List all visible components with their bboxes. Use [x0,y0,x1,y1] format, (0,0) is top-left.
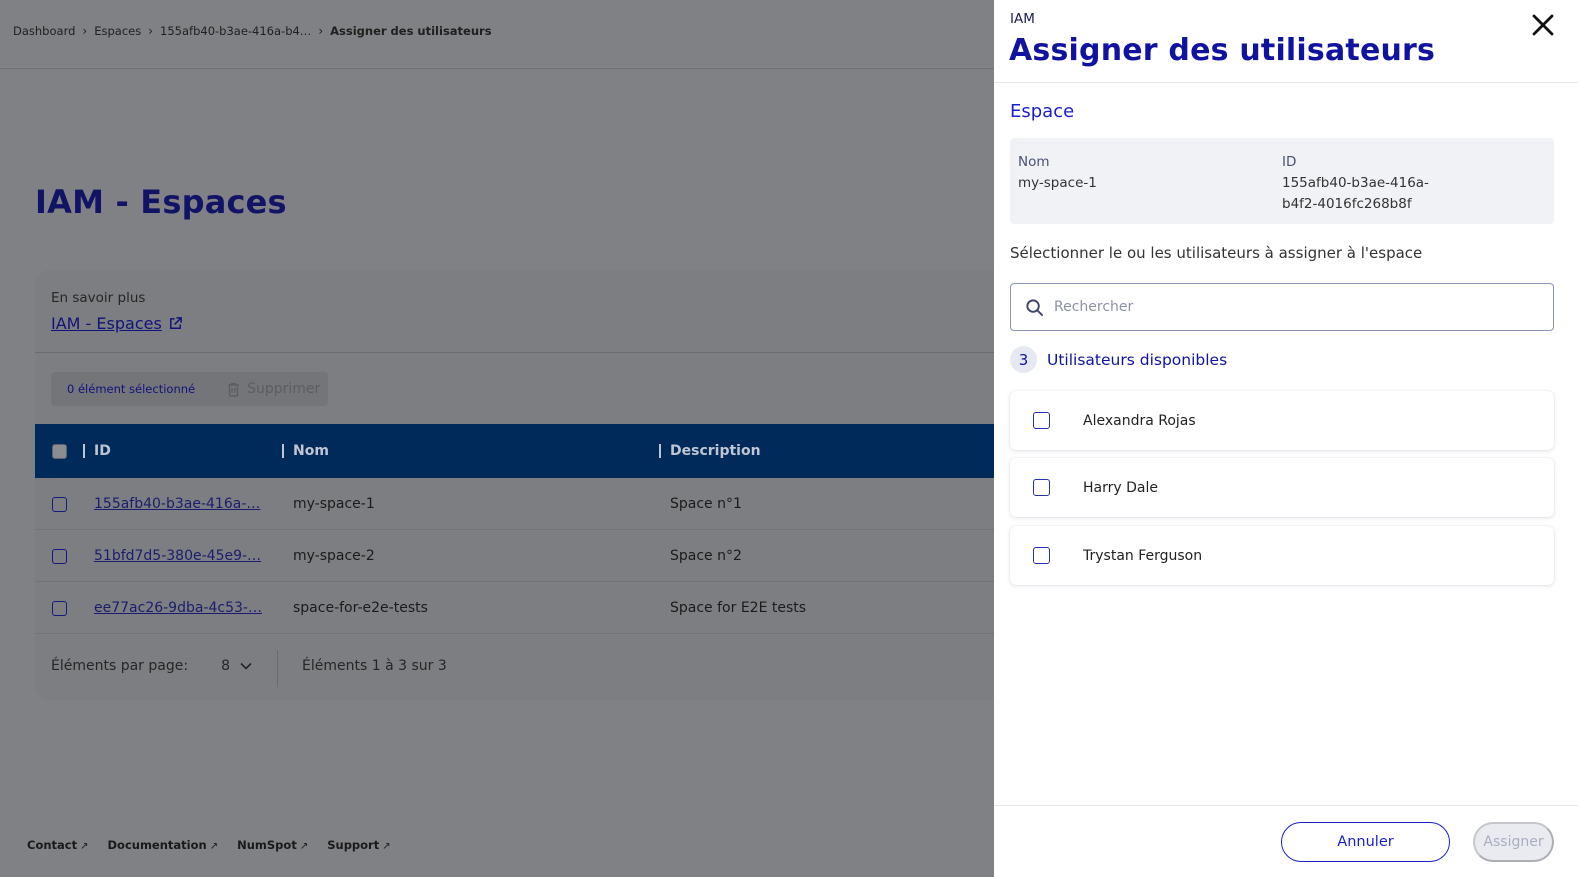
row-description: Space for E2E tests [670,600,807,616]
footer-link-contact[interactable]: Contact ↗ [27,838,89,852]
user-checkbox[interactable] [1033,412,1050,429]
per-page: Éléments par page: 8 [51,658,252,674]
row-description: Space n°2 [670,548,742,564]
cancel-button[interactable]: Annuler [1281,822,1450,862]
space-id: ID 155afb40-b3ae-416a- b4f2-4016fc268b8f [1282,152,1429,215]
space-name-value: my-space-1 [1018,175,1097,191]
footer-link-numspot[interactable]: NumSpot ↗ [237,838,308,852]
row-description: Space n°1 [670,496,742,512]
learn-more-link-text: IAM - Espaces [51,314,162,333]
learn-more-link[interactable]: IAM - Espaces [51,314,183,333]
external-arrow-icon: ↗ [382,841,391,852]
drawer-title: Assigner des utilisateurs [1009,33,1436,68]
learn-more-label: En savoir plus [51,290,146,306]
row-id-link[interactable]: 155afb40-b3ae-416a-… [94,478,260,530]
chevron-down-icon [240,662,252,670]
external-link-icon [169,317,182,329]
pagination-range: Éléments 1 à 3 sur 3 [302,658,447,674]
instruction-text: Sélectionner le ou les utilisateurs à as… [1010,244,1423,262]
space-section-title: Espace [1010,101,1075,122]
space-info: Nom my-space-1 ID 155afb40-b3ae-416a- b4… [1010,138,1554,224]
pagination-bar: Éléments par page: 8 Éléments 1 à 3 sur … [35,636,1015,700]
user-name: Alexandra Rojas [1083,412,1196,429]
column-header-name[interactable]: Nom [282,424,329,478]
drawer-subtitle: IAM [1010,11,1035,27]
row-checkbox[interactable] [52,496,67,512]
delete-button-label: Supprimer [247,381,321,397]
breadcrumb: Dashboard › Espaces › 155afb40-b3ae-416a… [13,24,492,38]
user-checkbox[interactable] [1033,547,1050,564]
divider [277,650,278,687]
chevron-right-icon: › [318,24,324,38]
row-name: my-space-1 [293,496,375,512]
external-arrow-icon: ↗ [209,841,219,852]
selection-bar: 0 élément sélectionné Supprimer [51,372,328,406]
table-header: ID Nom Description [35,424,1015,478]
search-input[interactable] [1054,299,1534,315]
space-id-value-line1: 155afb40-b3ae-416a- [1282,175,1429,191]
breadcrumb-item-espaces[interactable]: Espaces [94,24,141,38]
row-name: space-for-e2e-tests [293,600,428,616]
user-list-item[interactable]: Alexandra Rojas [1010,391,1554,450]
page-title: IAM - Espaces [35,183,287,221]
row-id-link[interactable]: ee77ac26-9dba-4c53-… [94,582,262,634]
available-count-badge: 3 [1010,346,1037,373]
search-field[interactable] [1010,283,1554,331]
user-list-item[interactable]: Trystan Ferguson [1010,526,1554,585]
column-header-description[interactable]: Description [659,424,761,478]
row-id-link[interactable]: 51bfd7d5-380e-45e9-… [94,530,261,582]
external-arrow-icon: ↗ [299,841,309,852]
select-all-cell[interactable] [52,424,67,478]
breadcrumb-item-space-id[interactable]: 155afb40-b3ae-416a-b4… [160,24,311,38]
per-page-label: Éléments par page: [51,658,189,674]
user-list-item[interactable]: Harry Dale [1010,458,1554,517]
user-name: Trystan Ferguson [1083,547,1203,564]
table-row: 155afb40-b3ae-416a-… my-space-1 Space n°… [35,478,1015,530]
available-users-label: Utilisateurs disponibles [1047,350,1228,369]
delete-button[interactable]: Supprimer [227,381,320,397]
select-all-checkbox[interactable] [52,443,67,459]
footer-link-support[interactable]: Support ↗ [327,838,390,852]
trash-icon [228,382,240,397]
breadcrumb-current: Assigner des utilisateurs [330,24,492,38]
top-bar: Dashboard › Espaces › 155afb40-b3ae-416a… [0,0,1000,69]
space-name-label: Nom [1018,154,1050,170]
drawer-header: IAM Assigner des utilisateurs [994,0,1578,83]
chevron-right-icon: › [82,24,88,38]
row-checkbox[interactable] [52,548,67,564]
space-id-label: ID [1282,154,1297,170]
row-name: my-space-2 [293,548,375,564]
close-icon[interactable] [1530,12,1556,38]
learn-more: En savoir plus IAM - Espaces [51,290,183,333]
table-row: 51bfd7d5-380e-45e9-… my-space-2 Space n°… [35,530,1015,582]
space-id-value-line2: b4f2-4016fc268b8f [1282,196,1412,212]
divider [35,352,1015,353]
user-checkbox[interactable] [1033,479,1050,496]
column-header-id[interactable]: ID [83,424,111,478]
drawer-footer: Annuler Assigner [994,805,1578,877]
assign-users-drawer: IAM Assigner des utilisateurs Espace Nom… [994,0,1578,877]
available-users-header: 3 Utilisateurs disponibles [1010,346,1227,373]
site-footer: Contact ↗ Documentation ↗ NumSpot ↗ Support… [27,838,391,852]
space-name: Nom my-space-1 [1018,152,1097,194]
footer-link-documentation[interactable]: Documentation ↗ [108,838,219,852]
row-checkbox[interactable] [52,600,67,616]
search-icon [1026,298,1044,316]
external-arrow-icon: ↗ [80,841,89,852]
selection-count: 0 élément sélectionné [67,382,196,396]
table-row: ee77ac26-9dba-4c53-… space-for-e2e-tests… [35,582,1015,634]
chevron-right-icon: › [148,24,154,38]
assign-button[interactable]: Assigner [1473,822,1554,862]
user-name: Harry Dale [1083,479,1158,496]
breadcrumb-item-dashboard[interactable]: Dashboard [13,24,75,38]
per-page-select[interactable]: 8 [221,658,252,674]
spaces-card: En savoir plus IAM - Espaces 0 élément s… [35,270,1015,700]
